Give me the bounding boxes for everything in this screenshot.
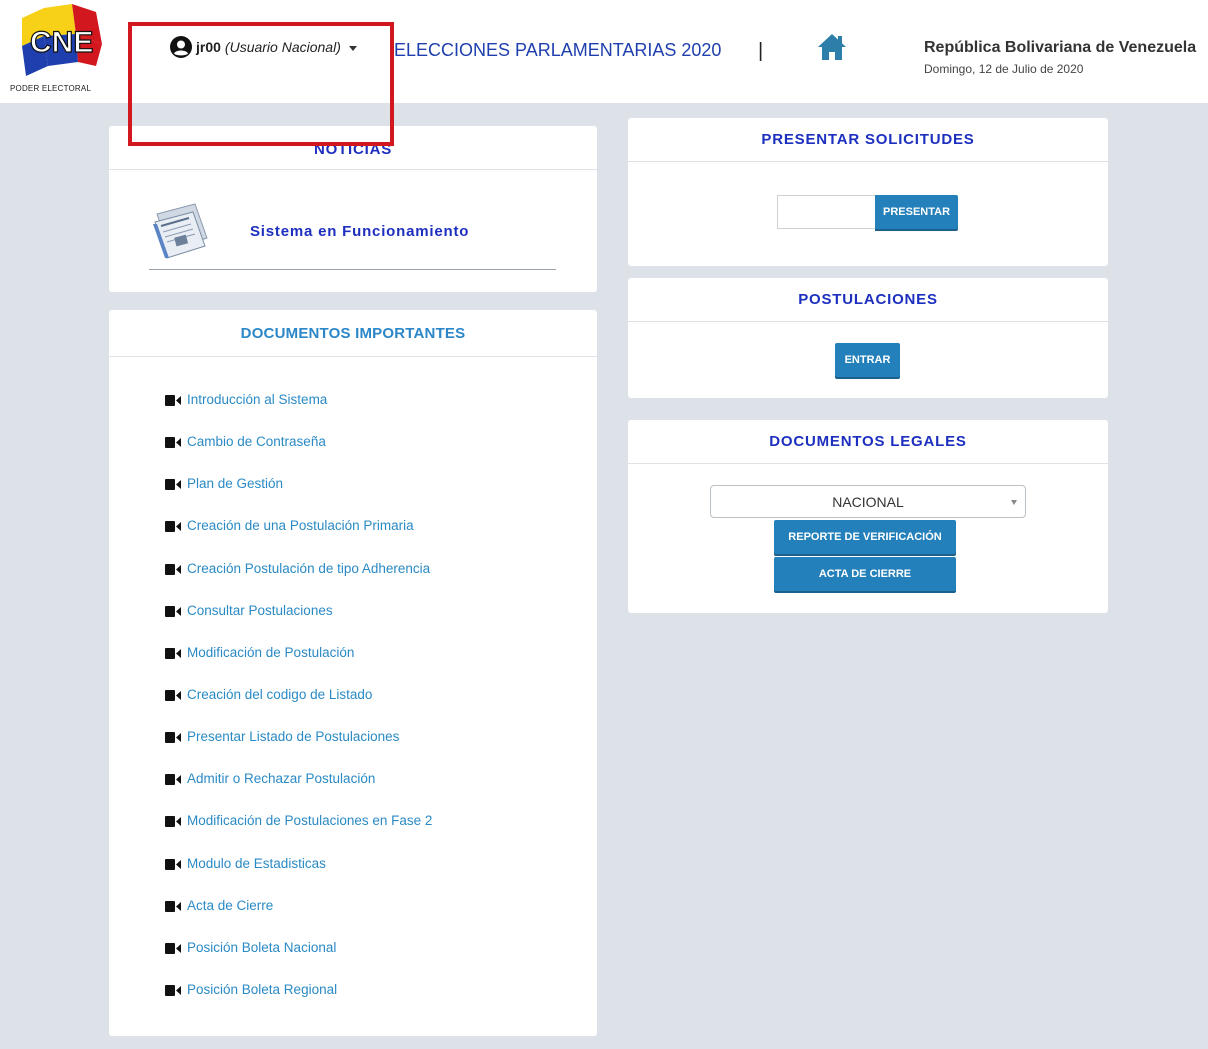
doc-link-item[interactable]: Modificación de Postulaciones en Fase 2 <box>165 813 432 855</box>
doc-link-label[interactable]: Admitir o Rechazar Postulación <box>187 771 375 786</box>
documentos-title: DOCUMENTOS IMPORTANTES <box>109 310 597 357</box>
solicitud-code-input[interactable] <box>777 195 875 229</box>
highlight-box <box>128 22 394 146</box>
documentos-legales-panel: DOCUMENTOS LEGALES NACIONAL REPORTE DE V… <box>628 420 1108 613</box>
doc-link-item[interactable]: Acta de Cierre <box>165 898 432 940</box>
doc-link-item[interactable]: Modulo de Estadisticas <box>165 856 432 898</box>
video-camera-icon <box>165 984 181 996</box>
doc-link-item[interactable]: Introducción al Sistema <box>165 392 432 434</box>
doc-link-item[interactable]: Creación del codigo de Listado <box>165 687 432 729</box>
news-divider <box>149 269 556 270</box>
reporte-verificacion-button[interactable]: REPORTE DE VERIFICACIÓN <box>774 520 956 554</box>
app-title: ELECCIONES PARLAMENTARIAS 2020 <box>394 40 722 60</box>
video-camera-icon <box>165 395 181 406</box>
postulaciones-title: POSTULACIONES <box>628 278 1108 322</box>
doc-link-item[interactable]: Consultar Postulaciones <box>165 603 432 645</box>
scope-select-value: NACIONAL <box>832 494 904 510</box>
noticias-panel: NOTICIAS Sistema en Funcionamiento <box>109 126 597 292</box>
doc-link-label[interactable]: Acta de Cierre <box>187 898 273 913</box>
acta-cierre-button[interactable]: ACTA DE CIERRE <box>774 557 956 591</box>
doc-link-item[interactable]: Creación de una Postulación Primaria <box>165 518 432 560</box>
scope-select[interactable]: NACIONAL <box>710 485 1026 518</box>
postulaciones-panel: POSTULACIONES ENTRAR <box>628 278 1108 398</box>
documents-list: Introducción al Sistema Cambio de Contras… <box>165 392 432 1024</box>
video-camera-icon <box>165 437 181 449</box>
presentar-button[interactable]: PRESENTAR <box>875 195 958 229</box>
doc-link-label[interactable]: Creación de una Postulación Primaria <box>187 518 414 533</box>
doc-link-label[interactable]: Posición Boleta Regional <box>187 982 337 997</box>
doc-link-label[interactable]: Consultar Postulaciones <box>187 603 333 618</box>
news-item-link[interactable]: Sistema en Funcionamiento <box>250 223 469 240</box>
video-camera-icon <box>165 689 181 701</box>
doc-link-label[interactable]: Modificación de Postulación <box>187 645 354 660</box>
cne-logo-icon: CNE <box>22 4 102 76</box>
cne-logo[interactable]: CNE PODER ELECTORAL <box>4 4 116 94</box>
video-camera-icon <box>165 858 181 870</box>
home-icon[interactable] <box>816 32 848 62</box>
video-camera-icon <box>165 942 181 954</box>
doc-link-item[interactable]: Cambio de Contraseña <box>165 434 432 476</box>
logo-text: CNE <box>30 26 93 59</box>
video-camera-icon <box>165 605 181 617</box>
dropdown-arrow-icon <box>1011 500 1017 505</box>
doc-link-label[interactable]: Modulo de Estadisticas <box>187 856 326 871</box>
country-name: República Bolivariana de Venezuela <box>924 39 1197 56</box>
doc-link-label[interactable]: Modificación de Postulaciones en Fase 2 <box>187 813 432 828</box>
legales-title: DOCUMENTOS LEGALES <box>628 420 1108 464</box>
doc-link-item[interactable]: Creación Postulación de tipo Adherencia <box>165 561 432 603</box>
doc-link-label[interactable]: Posición Boleta Nacional <box>187 940 336 955</box>
entrar-button[interactable]: ENTRAR <box>835 343 900 377</box>
solicitudes-title: PRESENTAR SOLICITUDES <box>628 118 1108 162</box>
video-camera-icon <box>165 647 181 659</box>
doc-link-label[interactable]: Plan de Gestión <box>187 476 283 491</box>
doc-link-label[interactable]: Creación Postulación de tipo Adherencia <box>187 561 430 576</box>
documentos-importantes-panel: DOCUMENTOS IMPORTANTES Introducción al S… <box>109 310 597 1036</box>
doc-link-label[interactable]: Creación del codigo de Listado <box>187 687 372 702</box>
header-separator: | <box>758 40 764 62</box>
doc-link-item[interactable]: Posición Boleta Nacional <box>165 940 432 982</box>
doc-link-item[interactable]: Modificación de Postulación <box>165 645 432 687</box>
presentar-solicitudes-panel: PRESENTAR SOLICITUDES PRESENTAR <box>628 118 1108 266</box>
video-camera-icon <box>165 521 181 533</box>
video-camera-icon <box>165 563 181 575</box>
doc-link-item[interactable]: Posición Boleta Regional <box>165 982 432 1024</box>
video-camera-icon <box>165 479 181 491</box>
video-camera-icon <box>165 816 181 828</box>
video-camera-icon <box>165 732 181 744</box>
video-camera-icon <box>165 774 181 786</box>
logo-subtext: PODER ELECTORAL <box>10 84 92 93</box>
doc-link-label[interactable]: Presentar Listado de Postulaciones <box>187 729 399 744</box>
current-date: Domingo, 12 de Julio de 2020 <box>924 62 1084 76</box>
newspaper-icon <box>153 203 208 259</box>
doc-link-label[interactable]: Cambio de Contraseña <box>187 434 326 449</box>
doc-link-label[interactable]: Introducción al Sistema <box>187 392 327 407</box>
doc-link-item[interactable]: Plan de Gestión <box>165 476 432 518</box>
video-camera-icon <box>165 900 181 912</box>
doc-link-item[interactable]: Presentar Listado de Postulaciones <box>165 729 432 771</box>
doc-link-item[interactable]: Admitir o Rechazar Postulación <box>165 771 432 813</box>
